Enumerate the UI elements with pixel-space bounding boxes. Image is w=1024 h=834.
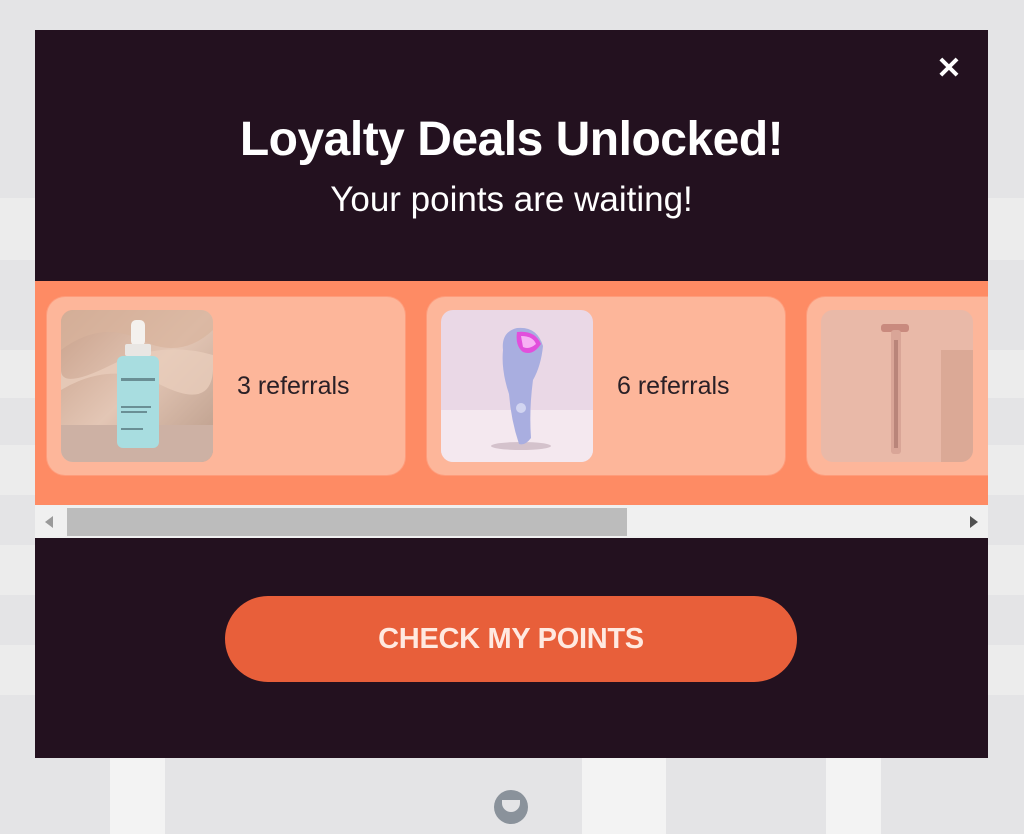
scroll-thumb[interactable] — [67, 508, 628, 536]
reward-card[interactable]: 3 referrals — [47, 297, 405, 475]
arrow-right-icon — [970, 515, 978, 528]
background-column — [110, 758, 165, 834]
background-column — [582, 758, 666, 834]
reward-card[interactable]: 6 referrals — [427, 297, 785, 475]
reward-card-label: 6 referrals — [617, 371, 730, 400]
check-points-button[interactable]: CHECK MY POINTS — [225, 596, 797, 682]
scroll-track[interactable] — [67, 508, 956, 536]
reward-card-label: 3 referrals — [237, 371, 350, 400]
close-button[interactable]: ✕ — [936, 52, 962, 85]
carousel-scrollbar[interactable] — [35, 505, 988, 538]
reward-card[interactable] — [807, 297, 988, 475]
loyalty-modal: ✕ Loyalty Deals Unlocked! Your points ar… — [35, 30, 988, 758]
light-wand-image — [821, 310, 973, 462]
close-icon: ✕ — [936, 52, 962, 85]
arrow-left-icon — [45, 515, 53, 528]
modal-subtitle: Your points are waiting! — [330, 180, 693, 219]
modal-title: Loyalty Deals Unlocked! — [239, 113, 784, 166]
scroll-left-button[interactable] — [35, 505, 63, 538]
rewards-carousel[interactable]: 3 referrals 6 referrals — [35, 281, 988, 505]
site-logo-icon — [494, 790, 528, 824]
background-column — [826, 758, 881, 834]
facial-wand-image — [441, 310, 593, 462]
serum-bottle-image — [61, 310, 213, 462]
scroll-right-button[interactable] — [960, 505, 988, 538]
